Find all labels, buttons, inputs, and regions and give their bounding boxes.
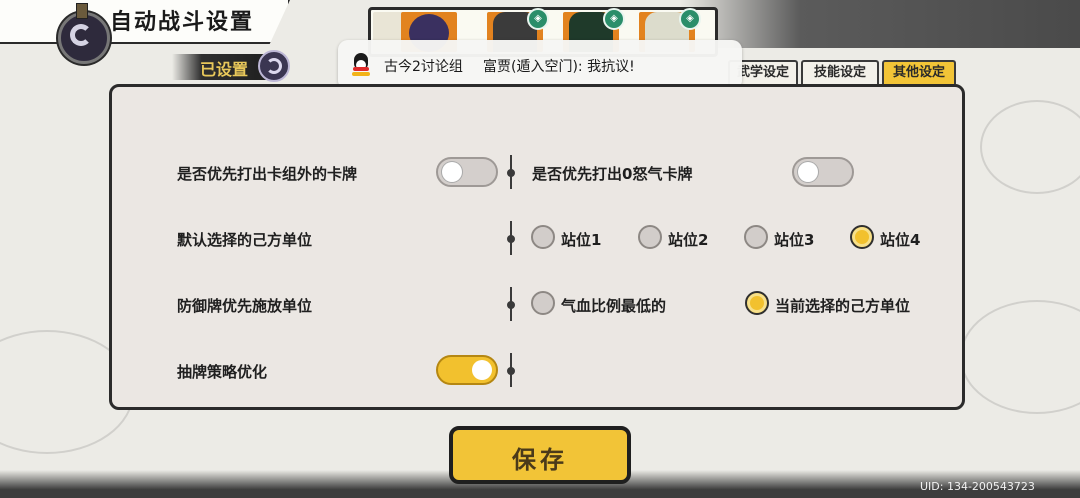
clan-badge-icon: ◈	[679, 8, 701, 30]
row-label-default-unit: 默认选择的己方单位	[177, 231, 313, 249]
row-label-draw-strategy: 抽牌策略优化	[177, 363, 268, 381]
save-button[interactable]: 保存	[449, 426, 631, 484]
spiral-icon[interactable]	[258, 50, 290, 82]
row-divider	[507, 353, 515, 387]
radio-position-4[interactable]	[850, 225, 874, 249]
settings-panel: 是否优先打出卡组外的卡牌 是否优先打出0怒气卡牌 默认选择的己方单位 站位1 站…	[109, 84, 965, 410]
page-title: 自动战斗设置	[110, 10, 255, 35]
toggle-out-of-deck[interactable]	[436, 157, 498, 187]
clan-badge-icon: ◈	[527, 8, 549, 30]
row-label-defense-target: 防御牌优先施放单位	[177, 297, 313, 315]
tab-other[interactable]: 其他设定	[882, 60, 956, 84]
toggle-zero-rage[interactable]	[792, 157, 854, 187]
row-label-zero-rage: 是否优先打出0怒气卡牌	[532, 165, 693, 183]
radio-position-3[interactable]	[744, 225, 768, 249]
cloud-swirl	[980, 100, 1080, 194]
save-button-label: 保存	[512, 446, 568, 474]
toggle-draw-strategy[interactable]	[436, 355, 498, 385]
cloud-swirl	[960, 300, 1080, 414]
toggle-knob	[798, 162, 818, 182]
configured-label: 已设置	[200, 60, 249, 79]
configured-tag: 已设置	[172, 54, 270, 80]
tab-skills[interactable]: 技能设定	[801, 60, 879, 84]
radio-label: 当前选择的己方单位	[775, 297, 911, 315]
radio-label: 站位1	[561, 231, 602, 249]
row-divider	[507, 155, 515, 189]
row-divider	[507, 221, 515, 255]
top-shade	[680, 0, 1080, 48]
radio-current-unit[interactable]	[745, 291, 769, 315]
radio-label: 站位2	[668, 231, 709, 249]
clan-badge-icon: ◈	[603, 8, 625, 30]
auto-battle-icon	[58, 3, 110, 64]
notification-group: 古今2讨论组	[384, 59, 463, 75]
radio-lowest-hp[interactable]	[531, 291, 555, 315]
radio-label: 站位4	[880, 231, 921, 249]
toggle-knob	[472, 360, 492, 380]
radio-label: 气血比例最低的	[561, 297, 667, 315]
row-divider	[507, 287, 515, 321]
row-label-out-of-deck: 是否优先打出卡组外的卡牌	[177, 165, 358, 183]
radio-label: 站位3	[774, 231, 815, 249]
radio-position-1[interactable]	[531, 225, 555, 249]
notification-toast[interactable]: 古今2讨论组 富贾(遁入空门): 我抗议!	[338, 40, 742, 90]
qq-penguin-icon	[350, 53, 372, 77]
notification-message: 富贾(遁入空门): 我抗议!	[483, 59, 635, 75]
radio-position-2[interactable]	[638, 225, 662, 249]
toggle-knob	[442, 162, 462, 182]
uid-text: UID: 134-200543723	[920, 480, 1035, 493]
